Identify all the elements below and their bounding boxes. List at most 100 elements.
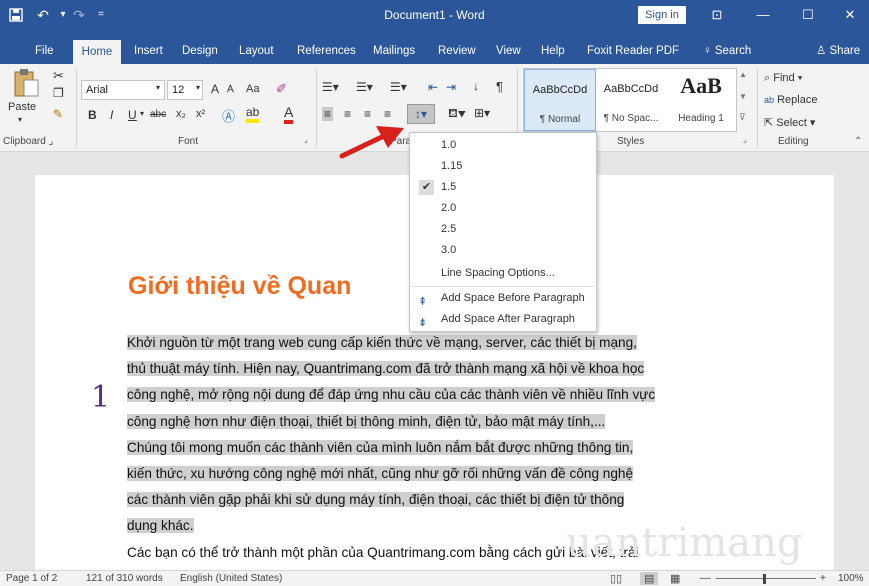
tell-me-search[interactable]: ♀ Search <box>699 38 755 64</box>
style-normal[interactable]: AaBbCcDd ¶ Normal <box>524 69 596 131</box>
show-formatting-marks-icon[interactable]: ¶ <box>496 79 503 94</box>
tab-help[interactable]: Help <box>537 38 569 64</box>
share-button[interactable]: ♙ Share <box>812 38 864 64</box>
text-line: công nghệ hơn như điện thoại, thiết bị t… <box>127 413 606 429</box>
text-line: công nghệ, mở rộng nội dung để đáp ứng n… <box>127 387 656 403</box>
bullets-icon[interactable]: ☰▾ <box>322 80 339 94</box>
shrink-font-icon[interactable]: A <box>227 84 234 95</box>
borders-icon[interactable]: ⊞▾ <box>474 106 490 120</box>
style-heading-1[interactable]: AaB Heading 1 <box>666 69 736 131</box>
cursor-icon: ⇱ <box>764 117 774 129</box>
styles-scroll-up-icon[interactable]: ▲ <box>739 70 747 79</box>
zoom-out-button[interactable]: — <box>700 573 710 584</box>
language-indicator[interactable]: English (United States) <box>180 573 282 584</box>
shading-icon[interactable]: ⛾▾ <box>448 106 466 122</box>
space-after-icon: ⇟ <box>418 317 428 329</box>
underline-dropdown-icon[interactable]: ▾ <box>140 109 144 118</box>
tab-mailings[interactable]: Mailings <box>369 38 419 64</box>
zoom-slider-thumb[interactable] <box>763 574 766 584</box>
align-center-icon[interactable]: ≡ <box>344 107 351 121</box>
read-mode-icon[interactable]: ▯▯ <box>610 572 622 585</box>
line-spacing-option[interactable]: 1.0 <box>410 135 596 156</box>
clear-formatting-icon[interactable]: ✐ <box>276 81 287 97</box>
cut-icon[interactable]: ✂ <box>53 68 64 84</box>
maximize-button[interactable]: ☐ <box>788 0 828 30</box>
sort-icon[interactable]: ↓ <box>473 79 479 93</box>
font-size-dropdown-icon[interactable]: ▾ <box>196 83 200 92</box>
style-preview: AaBbCcDd <box>532 84 588 96</box>
title-bar: ↶ ▾ ↷ = Document1 - Word Sign in ⊡ — ☐ ✕ <box>0 0 869 30</box>
styles-scroll-down-icon[interactable]: ▼ <box>739 92 747 101</box>
grow-font-icon[interactable]: A <box>211 82 219 96</box>
style-name: ¶ Normal <box>539 114 581 125</box>
select-button[interactable]: ⇱ Select ▾ <box>764 116 815 129</box>
lightbulb-icon: ♀ <box>703 45 712 57</box>
font-color-icon[interactable]: A <box>284 104 294 124</box>
group-divider <box>757 68 758 148</box>
style-no-spacing[interactable]: AaBbCcDd ¶ No Spac... <box>596 69 666 131</box>
align-right-icon[interactable]: ≡ <box>364 107 371 121</box>
numbering-icon[interactable]: ☰▾ <box>356 80 373 94</box>
add-space-before-item[interactable]: ⇞ Add Space Before Paragraph <box>410 288 596 309</box>
close-button[interactable]: ✕ <box>830 0 869 30</box>
zoom-slider[interactable] <box>716 578 816 579</box>
clipboard-group-label: Clipboard ⌟ <box>3 136 54 147</box>
superscript-button[interactable]: x² <box>196 108 205 120</box>
tab-view[interactable]: View <box>492 38 525 64</box>
add-space-after-item[interactable]: ⇟ Add Space After Paragraph <box>410 309 596 330</box>
text-effects-icon[interactable]: Ⓐ <box>222 106 235 125</box>
highlight-color-icon[interactable]: ab <box>246 105 260 123</box>
bold-button[interactable]: B <box>88 108 97 122</box>
tab-home[interactable]: Home <box>73 40 121 64</box>
format-painter-icon[interactable]: ✎ <box>53 107 63 121</box>
styles-dialog-launcher-icon[interactable]: ⌟ <box>743 135 747 144</box>
tab-layout[interactable]: Layout <box>235 38 278 64</box>
ribbon-display-options-icon[interactable]: ⊡ <box>697 0 737 30</box>
tab-file[interactable]: File <box>31 38 58 64</box>
word-count[interactable]: 121 of 310 words <box>86 573 163 584</box>
zoom-in-button[interactable]: + <box>820 573 826 584</box>
multilevel-list-icon[interactable]: ☰▾ <box>390 80 407 94</box>
minimize-button[interactable]: — <box>743 0 783 30</box>
font-name-dropdown-icon[interactable]: ▾ <box>156 83 160 92</box>
sign-in-button[interactable]: Sign in <box>638 6 686 24</box>
line-spacing-button[interactable]: ↕▾ <box>407 104 435 124</box>
strikethrough-button[interactable]: abc <box>150 109 166 120</box>
line-spacing-option-selected[interactable]: ✔ 1.5 <box>410 177 596 198</box>
underline-button[interactable]: U <box>128 108 137 122</box>
change-case-icon[interactable]: Aa <box>246 83 259 95</box>
replace-button[interactable]: ab Replace <box>764 94 817 106</box>
line-spacing-option[interactable]: 2.5 <box>410 219 596 240</box>
tab-review[interactable]: Review <box>434 38 480 64</box>
page-count[interactable]: Page 1 of 2 <box>6 573 57 584</box>
web-layout-icon[interactable]: ▦ <box>670 572 680 585</box>
paste-button[interactable]: Paste ▾ <box>8 68 44 128</box>
print-layout-icon[interactable]: ▤ <box>640 572 659 585</box>
subscript-button[interactable]: x₂ <box>176 108 186 120</box>
tab-references[interactable]: References <box>293 38 360 64</box>
style-name: Heading 1 <box>678 113 724 124</box>
line-spacing-option[interactable]: 1.15 <box>410 156 596 177</box>
group-divider <box>316 68 317 148</box>
line-spacing-option[interactable]: 3.0 <box>410 240 596 261</box>
decrease-indent-icon[interactable]: ⇤ <box>428 80 438 94</box>
styles-more-icon[interactable]: ⊽ <box>739 112 746 123</box>
copy-icon[interactable]: ❐ <box>53 86 64 100</box>
font-dialog-launcher-icon[interactable]: ⌟ <box>304 135 308 144</box>
collapse-ribbon-icon[interactable]: ⌃ <box>854 136 862 147</box>
checkmark-icon: ✔ <box>419 180 434 195</box>
paste-dropdown-icon[interactable]: ▾ <box>18 115 22 124</box>
italic-button[interactable]: I <box>110 108 113 122</box>
zoom-level[interactable]: 100% <box>838 573 864 584</box>
font-group-label: Font <box>178 136 199 147</box>
tab-design[interactable]: Design <box>178 38 222 64</box>
align-left-icon[interactable]: ≡ <box>322 107 334 121</box>
justify-icon[interactable]: ≡ <box>384 107 391 121</box>
find-button[interactable]: ⌕ Find ▾ <box>764 72 802 85</box>
line-spacing-options-link[interactable]: Line Spacing Options... <box>410 263 596 284</box>
line-spacing-option[interactable]: 2.0 <box>410 198 596 219</box>
tab-foxit-reader-pdf[interactable]: Foxit Reader PDF <box>583 38 683 64</box>
increase-indent-icon[interactable]: ⇥ <box>446 80 456 94</box>
font-name-box[interactable]: Arial <box>81 80 165 100</box>
tab-insert[interactable]: Insert <box>130 38 167 64</box>
